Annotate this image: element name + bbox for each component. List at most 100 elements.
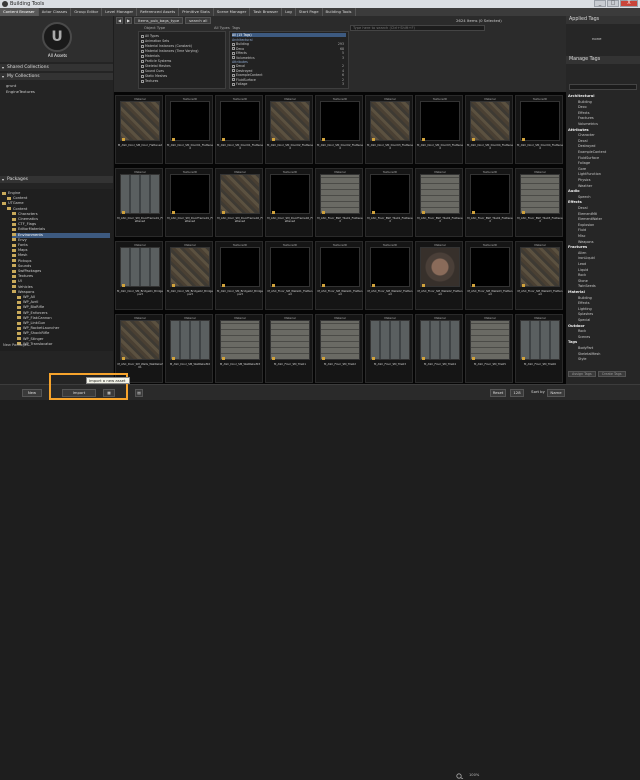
asset-tile[interactable]: Texture2D M_ASC_Floor_SM_Walls01_Flattene…	[265, 241, 313, 310]
tab-referenced-assets[interactable]: Referenced Assets	[137, 8, 180, 16]
asset-tile[interactable]: Material M_ASC_Door_SM_Bridge01_Bridgepar…	[115, 241, 163, 310]
asset-tile[interactable]: Texture2D M_ASC_Floor_BSP_Tile01_Flattene…	[365, 168, 413, 237]
tab-log[interactable]: Log	[282, 8, 296, 16]
tag-item[interactable]: Lead	[578, 262, 586, 266]
new-button[interactable]: New	[22, 389, 42, 397]
asset-tile[interactable]: Texture2D M_ASC_Door_SM_Door02_Flattened	[315, 95, 363, 164]
tag-item[interactable]: Foliage	[578, 161, 590, 165]
tag-item[interactable]: Building	[578, 296, 592, 300]
tag-item[interactable]: Lighting	[578, 307, 592, 311]
view-toggle-icon[interactable]: ▤	[135, 389, 143, 397]
asset-tile[interactable]: Material M_ASC_Door_SM_WallRelief03	[215, 314, 263, 383]
tag-item[interactable]: Building	[578, 100, 592, 104]
sort-select[interactable]: Name	[547, 389, 565, 397]
type-filter-item[interactable]: Material Instances (Constant)	[141, 44, 192, 48]
tag-group-header[interactable]: Fractures	[568, 245, 587, 249]
tab-building-tools[interactable]: Building Tools	[323, 8, 356, 16]
new-packages-label[interactable]: New Packages	[0, 343, 113, 349]
type-filter-item[interactable]: Material Instances (Time Varying)	[141, 49, 199, 53]
packages-header[interactable]: Packages	[0, 176, 113, 183]
tab-level-manager[interactable]: Level Manager	[102, 8, 138, 16]
tag-item[interactable]: Volumetrics	[578, 122, 598, 126]
type-all-checkbox[interactable]: All Types	[141, 34, 159, 38]
asset-tile[interactable]: Texture2D M_ASC_Door_SM_Door01_Flattened	[215, 95, 263, 164]
tag-item[interactable]: Destroyed	[578, 144, 595, 148]
tag-item[interactable]: SkeletalMesh	[578, 352, 600, 356]
asset-tile[interactable]: Texture2D M_ASC_Door_SM_Bridge02_Bridgepa…	[215, 241, 263, 310]
tag-item[interactable]: Special	[578, 318, 590, 322]
create-tags-button[interactable]: Create Tags	[597, 371, 626, 377]
tag-group-header[interactable]: Architectural	[568, 94, 594, 98]
tag-item[interactable]: Physics	[578, 178, 591, 182]
tag-item[interactable]: Style	[578, 357, 587, 361]
asset-tile[interactable]: Material M_ASC_Floor_BSP_Tile02_Flattened	[415, 168, 463, 237]
tag-item[interactable]: TwinSeeds	[578, 284, 596, 288]
tag-item[interactable]: ElementMtl	[578, 212, 597, 216]
tag-item[interactable]: Weapons	[578, 240, 593, 244]
asset-tile[interactable]: Texture2D M_ASC_Door_SM_DoorFrame02_Flatt…	[265, 168, 313, 237]
tab-group-editor[interactable]: Group Editor	[71, 8, 103, 16]
assign-tags-button[interactable]: Assign Tags	[568, 371, 596, 377]
tag-item[interactable]: Misc	[578, 234, 586, 238]
tag-all-item[interactable]: All (15 Tags)	[232, 33, 346, 37]
type-filter-item[interactable]: Materials	[141, 54, 160, 58]
tag-item[interactable]: Character	[578, 133, 595, 137]
asset-tile[interactable]: Material M_ASC_Floor_SM_Tile04	[415, 314, 463, 383]
asset-tile[interactable]: Material M_ASC_Floor_SM_Walls03_Flattened	[515, 241, 563, 310]
asset-tile[interactable]: Material M_ASC_Floor_SM_Walls02_Flattened	[415, 241, 463, 310]
count-select[interactable]: 128	[510, 389, 524, 397]
type-filter-item[interactable]: Animation Sets	[141, 39, 169, 43]
forward-arrow-icon[interactable]: ▶	[125, 17, 132, 24]
tag-item[interactable]: Gore	[578, 167, 586, 171]
collection-item-enginetextures[interactable]: EngineTextures	[6, 89, 35, 94]
tag-filter-item[interactable]: Destroyed 4	[232, 69, 346, 73]
tag-item[interactable]: Rock	[578, 329, 586, 333]
my-collections-header[interactable]: My Collections	[0, 73, 113, 80]
tag-filter-item[interactable]: Volumetrics 3	[232, 56, 346, 60]
tag-group-header[interactable]: Material	[568, 290, 585, 294]
tag-item[interactable]: Effects	[578, 301, 590, 305]
tab-task-browser[interactable]: Task Browser	[250, 8, 283, 16]
tag-item[interactable]: Liquid	[578, 268, 588, 272]
tag-item[interactable]: FluidSurface	[578, 156, 599, 160]
tab-start-page[interactable]: Start Page	[296, 8, 323, 16]
unreal-logo-icon[interactable]: U	[42, 22, 72, 52]
tab-scene-manager[interactable]: Scene Manager	[214, 8, 251, 16]
tag-item[interactable]: LightFunction	[578, 172, 601, 176]
asset-tile[interactable]: Material M_ASC_Door_SM_Bridge02_Bridgepar…	[165, 241, 213, 310]
asset-tile[interactable]: Material M_ASC_Door_SM_DoorFrame02_Flatte…	[215, 168, 263, 237]
tag-item[interactable]: ElementWater	[578, 217, 602, 221]
reset-button[interactable]: Reset	[490, 389, 506, 397]
asset-tile[interactable]: Material M_ASC_Door_SM_DoorFrame01_Flatte…	[115, 168, 163, 237]
asset-tile[interactable]: Material M_ASC_Door_SM_Door04_Flattened	[465, 95, 513, 164]
asset-tile[interactable]: Material M_ASC_Floor_SM_Tile02	[315, 314, 363, 383]
asset-tile[interactable]: Texture2D M_ASC_Floor_BSP_Tile02_Flattene…	[465, 168, 513, 237]
tag-item[interactable]: BodyPart	[578, 346, 593, 350]
tag-filter-item[interactable]: Effects 5	[232, 51, 346, 55]
tag-item[interactable]: Fluid	[578, 228, 586, 232]
asset-tile[interactable]: Material M_ASC_Floor_SM_Tile03	[365, 314, 413, 383]
tag-item[interactable]: Scenes	[578, 335, 590, 339]
tag-item[interactable]: Decal	[578, 206, 588, 210]
crumb-items-pub[interactable]: Items_pub_bags_type	[134, 17, 184, 24]
shared-collections-header[interactable]: Shared Collections	[0, 64, 113, 71]
type-filter-item[interactable]: Static Meshes	[141, 74, 167, 78]
asset-tile[interactable]: Texture2D M_ASC_Door_SM_Door01_Flattened	[165, 95, 213, 164]
zoom-slider[interactable]	[455, 773, 467, 780]
tag-group-header[interactable]: Effects	[568, 200, 582, 204]
asset-tile[interactable]: Material M_ASC_Door_SM_WallRelief02	[165, 314, 213, 383]
tag-item[interactable]: Deco	[578, 105, 587, 109]
asset-tile[interactable]: Material M_ASC_Floor_SM_Tile06	[515, 314, 563, 383]
maximize-button[interactable]: □	[607, 0, 619, 7]
tag-filter-item[interactable]: ExampleContent 6	[232, 73, 346, 77]
asset-tile[interactable]: Material M_ASC_Floor_SM_Tile05	[465, 314, 513, 383]
type-filter-item[interactable]: Sound Cues	[141, 69, 164, 73]
asset-tile[interactable]: Material M_ASC_Door_SM_Door_Flattened	[115, 95, 163, 164]
tag-item[interactable]: Decal	[578, 139, 588, 143]
tag-search-input[interactable]	[569, 84, 637, 90]
close-button[interactable]: X	[620, 0, 638, 7]
asset-tile[interactable]: Material M_ASC_Door_SM_Door03_Flattened	[365, 95, 413, 164]
asset-tile[interactable]: Material M_ASC_Floor_BSP_Tile01_Flattened	[315, 168, 363, 237]
type-filter-item[interactable]: Particle Systems	[141, 59, 171, 63]
search-input[interactable]: Type here to search (Ctrl+Shift+F)	[350, 25, 485, 31]
